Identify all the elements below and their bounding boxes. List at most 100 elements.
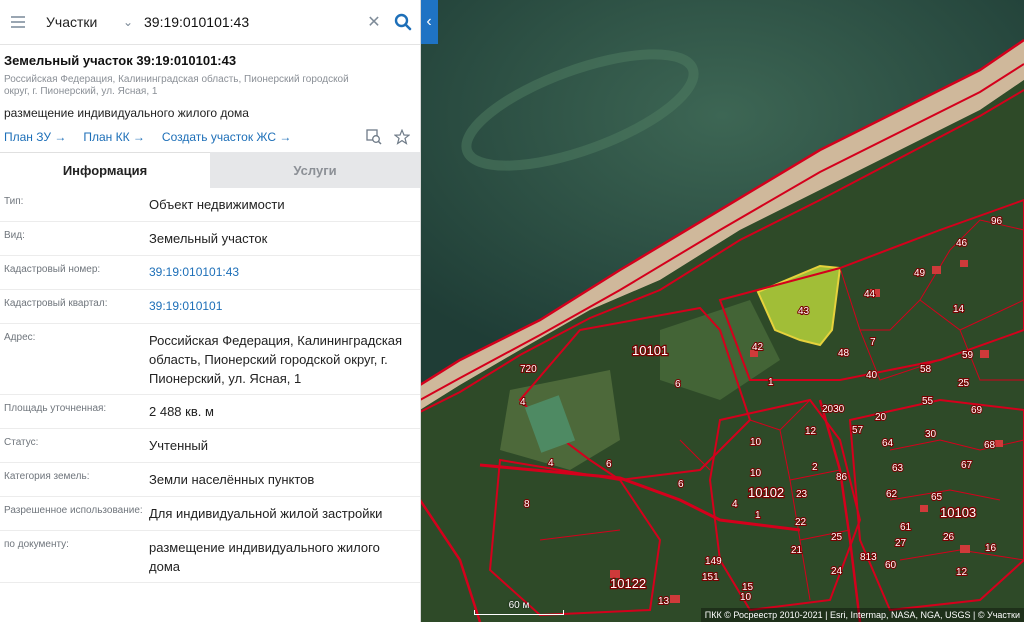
row-value[interactable]: 39:19:010101	[145, 290, 420, 323]
row-value: Российская Федерация, Калининградская об…	[149, 333, 403, 386]
parcel-label[interactable]: 4	[519, 396, 527, 409]
info-table: Тип: Объект недвижимости Вид: Земельный уча…	[0, 188, 420, 583]
search-input[interactable]	[138, 6, 362, 38]
menu-icon[interactable]	[0, 0, 36, 44]
table-row: Кадастровый квартал: 39:19:010101	[0, 290, 420, 324]
row-label: Тип:	[4, 196, 24, 207]
parcel-label[interactable]: 720	[519, 363, 538, 376]
parcel-label[interactable]: 55	[921, 395, 935, 408]
zoom-to-icon[interactable]	[360, 129, 388, 145]
parcel-label[interactable]: 4	[731, 498, 739, 511]
parcel-label[interactable]: 813	[859, 551, 878, 564]
parcel-label[interactable]: 43	[797, 305, 811, 318]
tab-info[interactable]: Информация	[0, 152, 210, 188]
parcel-label[interactable]: 59	[961, 349, 975, 362]
parcel-label[interactable]: 24	[830, 565, 844, 578]
page-title: Земельный участок 39:19:010101:43	[4, 53, 237, 68]
block-label: 10101	[632, 343, 668, 358]
parcel-label[interactable]: 151	[701, 571, 720, 584]
map-view[interactable]: 10101 10102 10103 10122 43 42 1 6 4 4 6 6 8 10 720 96 4…	[420, 0, 1024, 622]
parcel-label[interactable]: 13	[657, 595, 671, 608]
table-row: Категория земель: Земли населённых пункто…	[0, 463, 420, 497]
parcel-label[interactable]: 67	[960, 459, 974, 472]
parcel-label[interactable]: 16	[984, 542, 998, 555]
parcel-label[interactable]: 22	[794, 516, 808, 529]
map-attribution: ПКК © Росреестр 2010-2021 | Esri, Interm…	[700, 608, 1024, 622]
table-row: Адрес: Российская Федерация, Калининградс…	[0, 324, 420, 395]
table-row: Площадь уточненная: 2 488 кв. м	[0, 395, 420, 429]
parcel-label[interactable]: 26	[942, 531, 956, 544]
parcel-label[interactable]: 14	[952, 303, 966, 316]
parcel-header: Земельный участок 39:19:010101:43 Россий…	[0, 45, 420, 146]
parcel-label[interactable]: 61	[899, 521, 913, 534]
parcel-label[interactable]: 40	[865, 369, 879, 382]
parcel-label[interactable]: 69	[970, 404, 984, 417]
create-parcel-link[interactable]: Создать участок ЖС →	[162, 130, 291, 144]
search-icon	[394, 13, 412, 31]
parcel-label[interactable]: 6	[674, 378, 682, 391]
parcel-label[interactable]: 46	[955, 237, 969, 250]
block-label: 10122	[610, 576, 646, 591]
parcel-label[interactable]: 1	[754, 509, 762, 522]
parcel-label[interactable]: 65	[930, 491, 944, 504]
parcel-label[interactable]: 149	[704, 555, 723, 568]
search-bar: Участки ⌄ ✕	[0, 0, 420, 45]
chevron-down-icon[interactable]: ⌄	[118, 15, 138, 29]
parcel-label[interactable]: 1	[767, 376, 775, 389]
parcel-label[interactable]: 6	[677, 478, 685, 491]
parcel-label[interactable]: 30	[924, 428, 938, 441]
parcel-label[interactable]: 8	[523, 498, 531, 511]
parcel-label[interactable]: 10	[749, 436, 763, 449]
parcel-label[interactable]: 23	[795, 488, 809, 501]
parcel-label[interactable]: 2030	[821, 403, 846, 416]
parcel-label[interactable]: 49	[913, 267, 927, 280]
parcel-label[interactable]: 48	[837, 347, 851, 360]
table-row: Вид: Земельный участок	[0, 222, 420, 256]
row-label: Кадастровый номер:	[4, 264, 101, 275]
parcel-label[interactable]: 10	[739, 591, 753, 604]
row-value[interactable]: 39:19:010101:43	[145, 256, 420, 289]
search-type-select[interactable]: Участки	[36, 14, 118, 30]
parcel-label[interactable]: 2	[811, 461, 819, 474]
parcel-label[interactable]: 63	[891, 462, 905, 475]
table-row: Тип: Объект недвижимости	[0, 188, 420, 222]
table-row: Кадастровый номер: 39:19:010101:43	[0, 256, 420, 290]
parcel-label[interactable]: 25	[830, 531, 844, 544]
parcel-label[interactable]: 12	[955, 566, 969, 579]
parcel-label[interactable]: 27	[894, 537, 908, 550]
parcel-label[interactable]: 64	[881, 437, 895, 450]
parcel-label[interactable]: 10	[749, 467, 763, 480]
star-icon[interactable]	[388, 129, 416, 145]
parcel-label[interactable]: 96	[990, 215, 1004, 228]
clear-icon[interactable]: ✕	[362, 12, 386, 32]
parcel-label[interactable]: 42	[751, 341, 765, 354]
tab-services[interactable]: Услуги	[210, 152, 420, 188]
parcel-label[interactable]: 6	[605, 458, 613, 471]
parcel-label[interactable]: 58	[919, 363, 933, 376]
row-value: Учтенный	[149, 438, 209, 453]
scale-bar	[474, 610, 564, 615]
parcel-label[interactable]: 4	[547, 457, 555, 470]
collapse-panel-button[interactable]: ‹	[420, 0, 438, 44]
parcel-label[interactable]: 21	[790, 544, 804, 557]
parcel-label[interactable]: 62	[885, 488, 899, 501]
parcel-label[interactable]: 12	[804, 425, 818, 438]
parcel-label[interactable]: 20	[874, 411, 888, 424]
parcel-label[interactable]: 25	[957, 377, 971, 390]
row-label: Адрес:	[4, 332, 36, 343]
parcel-label[interactable]: 7	[869, 336, 877, 349]
row-label: Вид:	[4, 230, 25, 241]
parcel-label[interactable]: 44	[863, 288, 877, 301]
chevron-left-icon: ‹	[426, 13, 432, 30]
parcel-label[interactable]: 60	[884, 559, 898, 572]
parcel-label[interactable]: 86	[835, 471, 849, 484]
table-row: по документу: размещение индивидуального …	[0, 531, 420, 583]
map-canvas[interactable]: 10101101021010310122 43421644 66810720964…	[420, 0, 1024, 622]
row-label: Статус:	[4, 437, 39, 448]
row-value: Земельный участок	[149, 231, 268, 246]
plan-kk-link[interactable]: План КК →	[83, 130, 145, 144]
parcel-label[interactable]: 57	[851, 424, 865, 437]
plan-zu-link[interactable]: План ЗУ →	[4, 130, 66, 144]
parcel-label[interactable]: 68	[983, 439, 997, 452]
search-button[interactable]	[386, 13, 420, 31]
